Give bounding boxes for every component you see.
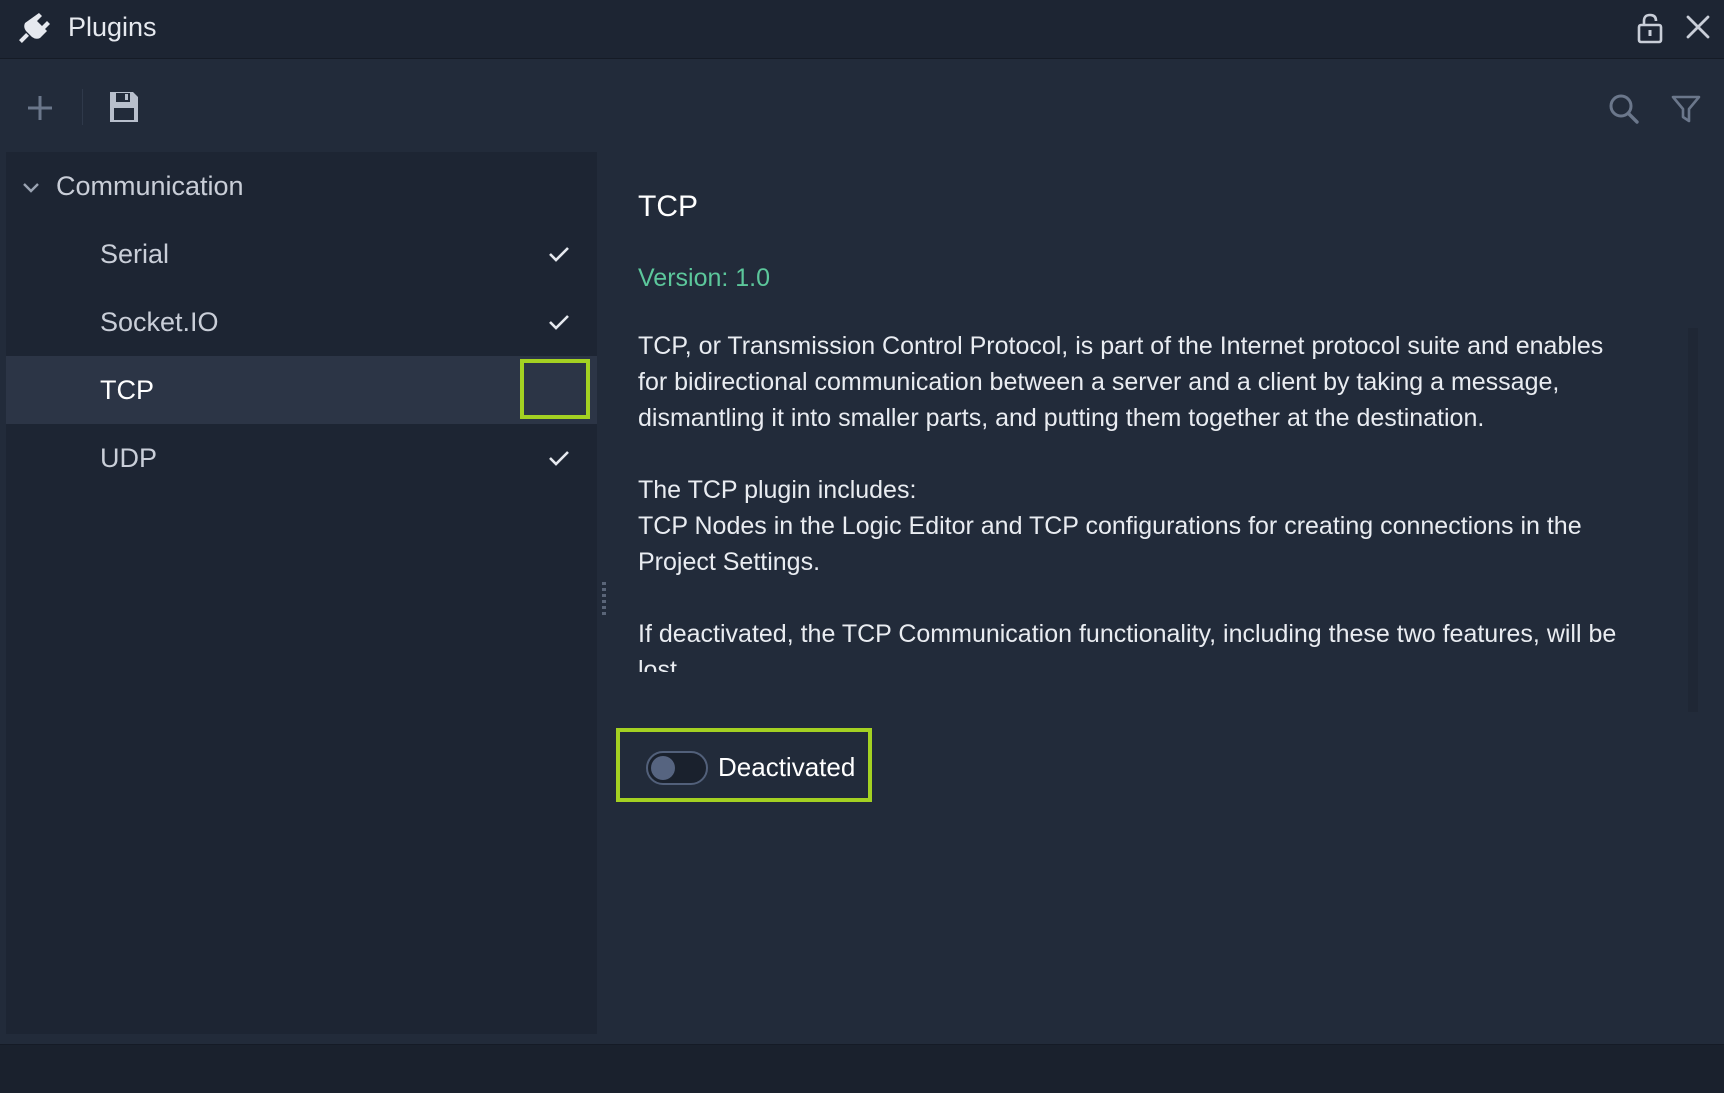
filter-icon[interactable] — [1670, 93, 1702, 125]
save-icon[interactable] — [108, 90, 140, 124]
status-bar — [0, 1044, 1724, 1093]
description-box: TCP, or Transmission Control Protocol, i… — [638, 328, 1698, 712]
toggle-knob — [651, 756, 675, 780]
group-label: Communication — [56, 171, 244, 201]
title-bar: Plugins — [0, 0, 1724, 59]
plugin-tree: Communication Serial Socket.IO TCP UDP — [6, 152, 597, 1034]
status-highlight-box — [520, 359, 590, 419]
plugins-window: Plugins Communication Serial Socket.IO T… — [0, 0, 1724, 1093]
description-paragraph: If deactivated, the TCP Communication fu… — [638, 620, 1617, 672]
tree-item-label: Serial — [100, 239, 170, 269]
description-paragraph: TCP, or Transmission Control Protocol, i… — [638, 332, 1604, 432]
plugin-version: Version: 1.0 — [638, 264, 771, 292]
description-text: TCP, or Transmission Control Protocol, i… — [638, 328, 1638, 672]
activation-toggle[interactable] — [646, 751, 708, 785]
tree-item-label: TCP — [100, 375, 154, 405]
check-icon — [549, 247, 569, 262]
tree-item-label: UDP — [100, 443, 158, 473]
tree-item-socketio[interactable]: Socket.IO — [6, 288, 597, 356]
tree-item-udp[interactable]: UDP — [6, 424, 597, 492]
toolbar — [0, 59, 1724, 151]
chevron-down-icon — [23, 183, 39, 193]
vertical-scrollbar-track — [1688, 328, 1698, 712]
check-icon — [549, 451, 569, 466]
check-icon — [549, 315, 569, 330]
description-paragraph: The TCP plugin includes: — [638, 476, 917, 504]
tree-item-serial[interactable]: Serial — [6, 220, 597, 288]
tree-item-tcp[interactable]: TCP — [6, 356, 597, 424]
toolbar-divider — [82, 89, 83, 125]
plugin-details: TCP Version: 1.0 TCP, or Transmission Co… — [612, 152, 1724, 1034]
panel-splitter[interactable] — [602, 582, 606, 616]
plug-icon — [19, 13, 50, 43]
group-communication[interactable]: Communication — [6, 152, 597, 220]
toggle-label: Deactivated — [718, 752, 856, 782]
search-icon[interactable] — [1608, 93, 1640, 125]
tree-item-label: Socket.IO — [100, 307, 219, 337]
close-icon[interactable] — [1685, 14, 1711, 40]
lock-icon[interactable] — [1636, 12, 1664, 44]
plugin-title: TCP — [638, 190, 698, 223]
activation-toggle-area: Deactivated — [616, 728, 872, 802]
description-paragraph: TCP Nodes in the Logic Editor and TCP co… — [638, 512, 1582, 576]
plus-icon[interactable] — [24, 92, 56, 124]
window-title: Plugins — [68, 12, 157, 42]
